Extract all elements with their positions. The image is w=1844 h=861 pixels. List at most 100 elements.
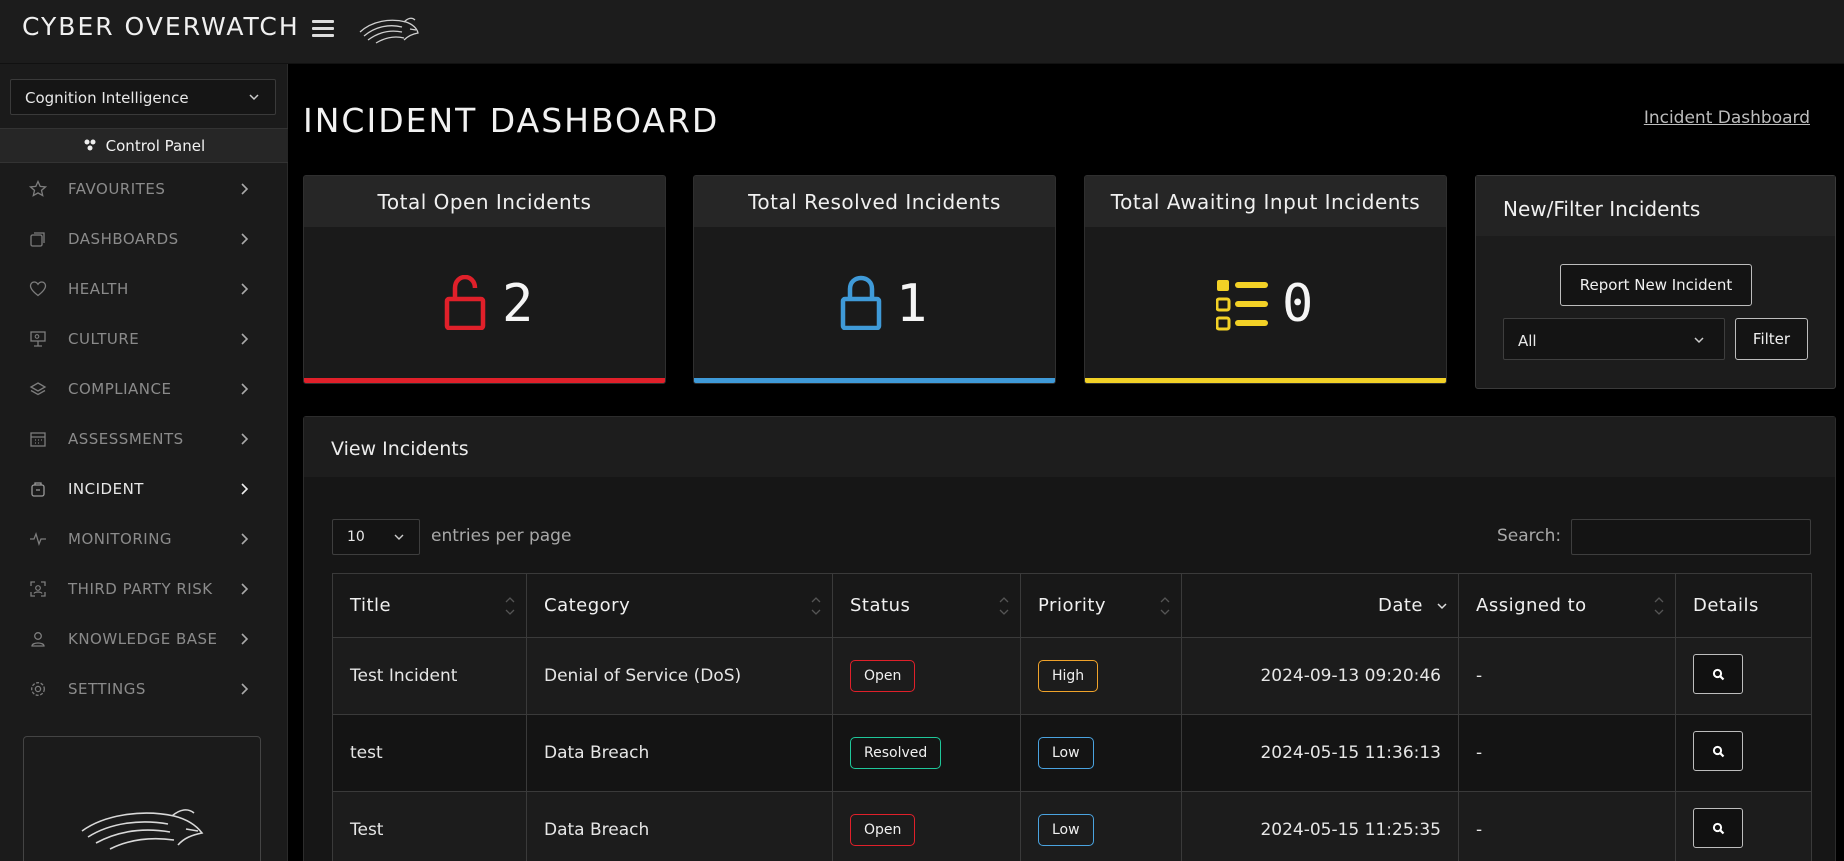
status-badge: Resolved	[850, 737, 942, 769]
sidebar-item-knowledge-base[interactable]: KNOWLEDGE BASE	[0, 614, 288, 664]
sidebar-item-settings[interactable]: SETTINGS	[0, 664, 288, 714]
sidebar-item-label: KNOWLEDGE BASE	[68, 630, 218, 648]
column-header-date[interactable]: Date	[1181, 573, 1459, 638]
column-header-priority[interactable]: Priority	[1020, 573, 1182, 638]
column-header-status[interactable]: Status	[832, 573, 1021, 638]
sidebar: Cognition Intelligence Control Panel FAV…	[0, 64, 288, 861]
sidebar-item-health[interactable]: HEALTH	[0, 264, 288, 314]
filter-card-title: New/Filter Incidents	[1476, 176, 1835, 236]
chevron-right-icon	[241, 683, 249, 695]
chevron-right-icon	[241, 333, 249, 345]
cell-details	[1675, 637, 1812, 715]
column-header-assigned-to[interactable]: Assigned to	[1458, 573, 1676, 638]
sidebar-item-compliance[interactable]: COMPLIANCE	[0, 364, 288, 414]
presentation-icon	[30, 331, 46, 347]
sidebar-item-dashboards[interactable]: DASHBOARDS	[0, 214, 288, 264]
cell-assigned: -	[1458, 791, 1676, 861]
sidebar-item-label: CULTURE	[68, 330, 140, 348]
column-header-details: Details	[1675, 573, 1812, 638]
new-filter-card: New/Filter Incidents Report New Incident…	[1475, 175, 1836, 389]
view-details-button[interactable]	[1693, 730, 1743, 771]
cell-priority: Low	[1020, 791, 1182, 861]
stat-card-title: Total Open Incidents	[304, 176, 665, 227]
pulse-icon	[30, 532, 46, 546]
sidebar-item-culture[interactable]: CULTURE	[0, 314, 288, 364]
entries-per-page-value: 10	[347, 529, 365, 545]
cell-status: Open	[832, 791, 1021, 861]
incidents-table: Title Category Status Priority Date Assi…	[332, 573, 1812, 861]
organization-select[interactable]: Cognition Intelligence	[10, 79, 276, 115]
sort-icon	[505, 597, 515, 615]
sidebar-item-label: THIRD PARTY RISK	[68, 580, 213, 598]
list-icon	[1216, 280, 1268, 331]
status-filter-value: All	[1518, 332, 1537, 350]
cell-category: Denial of Service (DoS)	[526, 637, 833, 715]
view-incidents-title: View Incidents	[304, 417, 1835, 477]
chevron-right-icon	[241, 633, 249, 645]
cell-category: Data Breach	[526, 791, 833, 861]
sidebar-item-label: FAVOURITES	[68, 180, 166, 198]
view-details-button[interactable]	[1693, 807, 1743, 848]
star-icon	[29, 180, 47, 197]
view-details-button[interactable]	[1693, 653, 1743, 694]
chevron-right-icon	[241, 283, 249, 295]
search-input[interactable]	[1571, 519, 1811, 555]
priority-badge: Low	[1038, 814, 1094, 846]
top-bar: CYBER OVERWATCH	[0, 0, 1844, 64]
sidebar-item-label: MONITORING	[68, 530, 173, 548]
cell-priority: High	[1020, 637, 1182, 715]
cell-title: Test Incident	[332, 637, 527, 715]
entries-per-page-select[interactable]: 10	[332, 519, 420, 555]
gear-icon	[31, 682, 45, 696]
cell-date: 2024-05-15 11:36:13	[1181, 714, 1459, 792]
cell-details	[1675, 791, 1812, 861]
stat-card-accent-bar	[1085, 378, 1446, 383]
chevron-right-icon	[241, 483, 249, 495]
chevron-right-icon	[241, 583, 249, 595]
sidebar-nav: FAVOURITES DASHBOARDS HEALTH CULTURE COM…	[0, 164, 288, 714]
scan-icon	[30, 581, 46, 597]
control-panel-link[interactable]: Control Panel	[0, 128, 288, 163]
chevron-right-icon	[241, 183, 249, 195]
stat-card-title: Total Resolved Incidents	[694, 176, 1055, 227]
sidebar-item-label: DASHBOARDS	[68, 230, 179, 248]
table-row: Test Incident Denial of Service (DoS) Op…	[332, 637, 1812, 715]
sidebar-item-third-party-risk[interactable]: THIRD PARTY RISK	[0, 564, 288, 614]
sidebar-item-monitoring[interactable]: MONITORING	[0, 514, 288, 564]
layers-icon	[29, 382, 47, 396]
search-icon	[1712, 668, 1725, 680]
menu-toggle-icon[interactable]	[310, 17, 336, 43]
chevron-down-icon	[249, 94, 259, 101]
status-badge: Open	[850, 660, 916, 692]
stat-card-open: Total Open Incidents 2	[303, 175, 666, 384]
sidebar-item-assessments[interactable]: ASSESSMENTS	[0, 414, 288, 464]
lock-icon	[840, 275, 882, 330]
sidebar-item-label: HEALTH	[68, 280, 129, 298]
cell-date: 2024-05-15 11:25:35	[1181, 791, 1459, 861]
chevron-down-icon	[394, 534, 404, 540]
cell-details	[1675, 714, 1812, 792]
page-title: INCIDENT DASHBOARD	[303, 101, 720, 140]
column-header-category[interactable]: Category	[526, 573, 833, 638]
breadcrumb[interactable]: Incident Dashboard	[1644, 108, 1810, 128]
view-incidents-card: View Incidents 10 entries per page Searc…	[303, 416, 1836, 861]
brand-logo-text[interactable]: CYBER OVERWATCH	[22, 12, 300, 41]
cell-title: Test	[332, 791, 527, 861]
filter-button[interactable]: Filter	[1735, 318, 1808, 360]
sidebar-item-favourites[interactable]: FAVOURITES	[0, 164, 288, 214]
stat-card-awaiting: Total Awaiting Input Incidents 0	[1084, 175, 1447, 384]
stat-card-value: 2	[502, 274, 534, 334]
report-new-incident-button[interactable]: Report New Incident	[1560, 264, 1752, 306]
cell-category: Data Breach	[526, 714, 833, 792]
status-filter-select[interactable]: All	[1503, 318, 1725, 360]
cell-assigned: -	[1458, 637, 1676, 715]
lion-logo-icon	[81, 809, 204, 850]
sort-icon	[999, 597, 1009, 615]
sidebar-item-incident[interactable]: INCIDENT	[0, 464, 288, 514]
cell-status: Resolved	[832, 714, 1021, 792]
sort-icon	[1160, 597, 1170, 615]
cell-date: 2024-09-13 09:20:46	[1181, 637, 1459, 715]
column-header-title[interactable]: Title	[332, 573, 527, 638]
cell-priority: Low	[1020, 714, 1182, 792]
organization-select-value: Cognition Intelligence	[25, 89, 189, 107]
